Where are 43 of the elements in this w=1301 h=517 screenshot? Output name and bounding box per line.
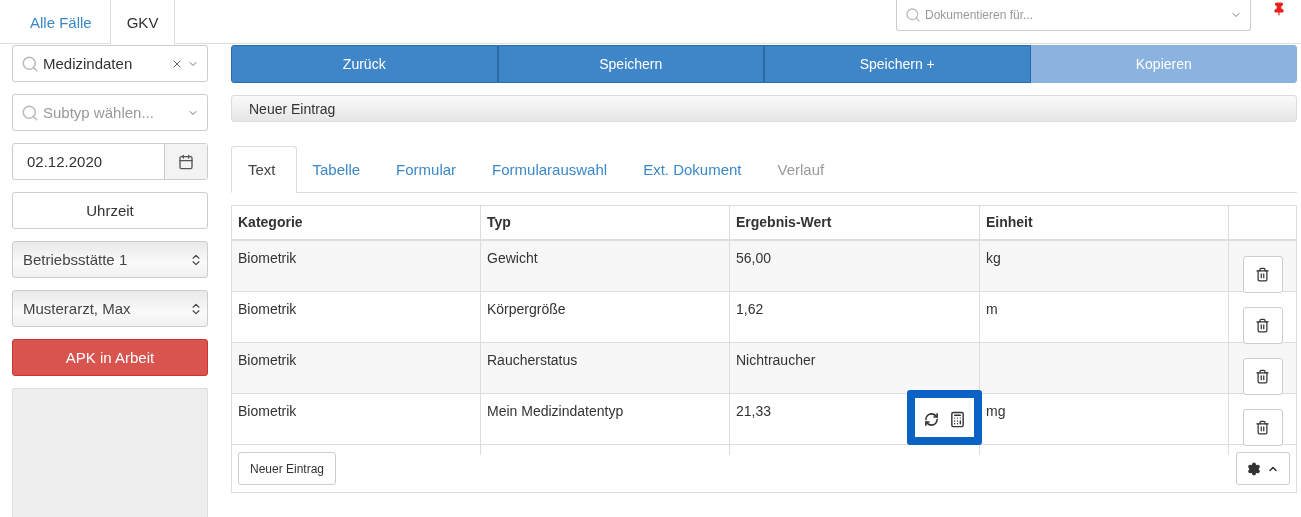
search-icon	[21, 54, 39, 73]
column-header: Einheit	[980, 206, 1229, 239]
doctor-select[interactable]: Musterarzt, Max	[12, 290, 208, 327]
tab[interactable]: Text	[231, 146, 297, 193]
search-icon	[21, 103, 39, 122]
date-field[interactable]: 02.12.2020	[12, 143, 208, 180]
trash-icon	[1255, 318, 1270, 333]
delete-button[interactable]	[1242, 409, 1283, 446]
site-select[interactable]: Betriebsstätte 1	[12, 241, 208, 278]
search-icon	[905, 7, 921, 23]
column-header: Typ	[481, 206, 730, 239]
tab[interactable]: Formularauswahl	[476, 146, 628, 192]
table-cell: mg	[980, 394, 1229, 455]
trash-icon	[1255, 267, 1270, 282]
pin-icon[interactable]	[1272, 2, 1286, 16]
trash-icon	[1255, 420, 1270, 435]
calculator-icon[interactable]	[948, 411, 966, 428]
gear-icon	[1247, 461, 1261, 476]
case-tab[interactable]: GKV	[109, 0, 176, 45]
column-header: Ergebnis-Wert	[730, 206, 980, 239]
action-button[interactable]: Zurück	[231, 45, 498, 83]
calendar-icon[interactable]	[164, 144, 207, 179]
delete-button[interactable]	[1242, 307, 1283, 344]
table-cell: Mein Medizindatentyp	[481, 394, 730, 455]
action-button[interactable]: Speichern	[497, 45, 764, 83]
column-header: Kategorie	[232, 206, 481, 239]
refresh-icon[interactable]	[923, 412, 939, 427]
tab[interactable]: Ext. Dokument	[627, 146, 762, 192]
delete-button[interactable]	[1242, 256, 1283, 293]
subtype-select[interactable]: Subtyp wählen...	[12, 94, 208, 131]
tab[interactable]: Tabelle	[296, 146, 381, 192]
type-select[interactable]: Medizindaten	[12, 45, 208, 82]
case-tab[interactable]: Alle Fälle	[14, 0, 108, 45]
delete-button[interactable]	[1242, 358, 1283, 395]
new-entry-button[interactable]: Neuer Eintrag	[238, 452, 337, 485]
time-button[interactable]: Uhrzeit	[12, 192, 208, 229]
action-button[interactable]: Speichern +	[764, 45, 1031, 83]
settings-button[interactable]	[1236, 452, 1290, 485]
tab[interactable]: Formular	[380, 146, 477, 192]
new-entry-bar[interactable]: Neuer Eintrag	[231, 95, 1297, 122]
document-search-field[interactable]: Dokumentieren für...	[896, 0, 1251, 31]
status-button[interactable]: APK in Arbeit	[12, 339, 208, 376]
trash-icon	[1255, 369, 1270, 384]
